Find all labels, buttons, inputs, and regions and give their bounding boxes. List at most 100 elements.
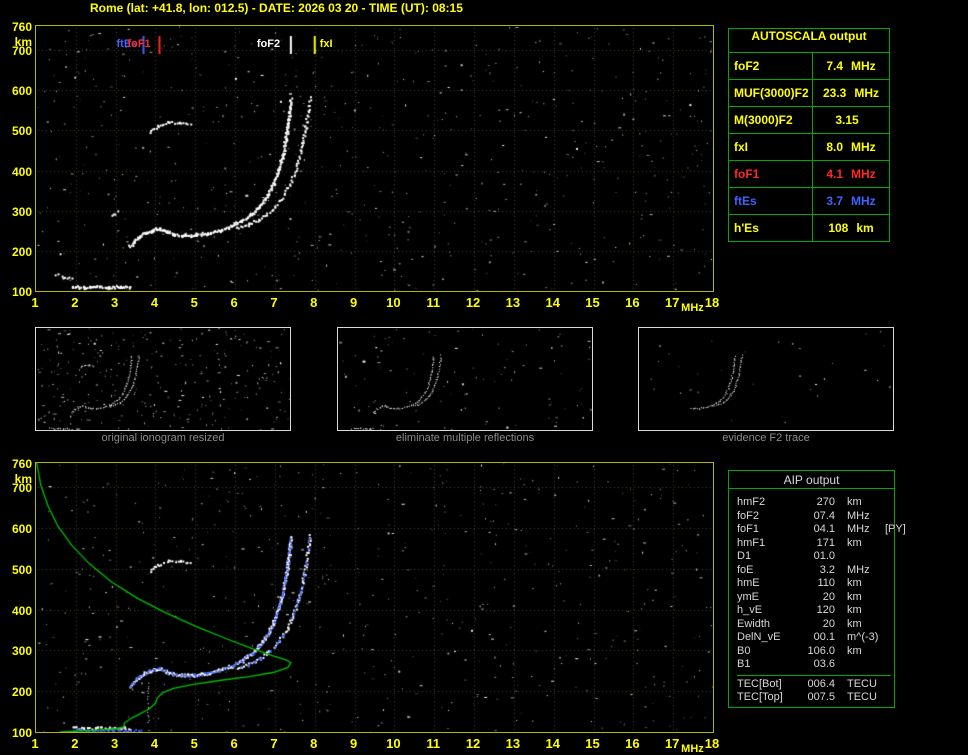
top-plot-x-tick-1: 1: [31, 295, 39, 310]
aip-au: MHz: [847, 509, 870, 522]
bottom-plot-x-tick-2: 2: [71, 736, 79, 751]
aip-row-B1: B1 03.6: [737, 658, 891, 672]
caption-evidence-f2: evidence F2 trace: [722, 432, 810, 444]
autoscala-param-label: M(3000)F2: [729, 107, 813, 133]
aip-ap: DelN_vE: [737, 631, 781, 643]
aip-av: 04.1: [813, 523, 835, 535]
caption-original-ionogram: original ionogram resized: [101, 432, 225, 444]
top-plot-y-tick-300: 300: [11, 204, 32, 219]
thumbnail-canvas-original: [36, 328, 290, 430]
thumbnail-canvas-no-reflections: [338, 328, 592, 430]
aip-table-title: AIP output: [729, 471, 894, 489]
top-plot-y-tick-600: 600: [11, 84, 32, 99]
autoscala-table-title: AUTOSCALA output: [729, 29, 889, 53]
aip-an: [PY]: [885, 523, 906, 535]
aip-ap: hmE: [737, 577, 760, 589]
top-plot-x-tick-16: 16: [625, 295, 640, 310]
autoscala-param-label: MUF(3000)F2: [729, 80, 813, 106]
thumbnail-canvas-f2-trace: [639, 328, 893, 430]
aip-ap: foF2: [737, 509, 760, 522]
bottom-plot-x-tick-4: 4: [150, 736, 159, 751]
top-plot-y-tick-500: 500: [11, 124, 32, 139]
top-plot-y-unit: km: [14, 35, 32, 49]
top-plot-x-tick-14: 14: [545, 295, 560, 310]
aip-ap: B0: [737, 644, 751, 657]
aip-au: km: [847, 577, 862, 589]
aip-row-D1: D1 01.0: [737, 550, 891, 564]
ionogram-plot-bottom: [35, 462, 714, 733]
aip-av: 00.1: [813, 631, 835, 643]
aip-av: 006.4: [807, 677, 835, 690]
bottom-plot-x-unit: MHz: [681, 743, 704, 755]
autoscala-param-label: fxI: [729, 134, 813, 160]
bottom-plot-x-tick-3: 3: [111, 736, 119, 751]
aip-ap: D1: [737, 550, 752, 562]
aip-av: 03.6: [813, 658, 835, 670]
top-plot-x-tick-4: 4: [150, 295, 159, 310]
bottom-plot-y-tick-400: 400: [11, 603, 32, 618]
top-plot-x-tick-9: 9: [349, 295, 358, 310]
aip-ap: foE: [737, 563, 754, 576]
bottom-plot-x-tick-16: 16: [625, 736, 640, 751]
aip-row-TEC[Top]: TEC[Top] 007.5 TECU: [737, 691, 891, 705]
autoscala-row-MUF(3000)F2: MUF(3000)F2 23.3 MHz: [729, 80, 889, 107]
aip-au: km: [847, 604, 862, 616]
aip-row-h_vE: h_vE 120 km: [737, 604, 891, 618]
top-plot-x-unit: MHz: [681, 302, 704, 314]
bottom-plot-x-tick-9: 9: [349, 736, 358, 751]
top-plot-y-tick-400: 400: [11, 164, 32, 179]
aip-ap: TEC[Top]: [737, 690, 783, 703]
top-plot-x-tick-5: 5: [190, 295, 198, 310]
aip-row-B0: B0 106.0 km: [737, 645, 891, 659]
bottom-plot-y-tick-200: 200: [11, 685, 32, 700]
top-plot-x-tick-10: 10: [386, 295, 401, 310]
aip-au: km: [847, 617, 862, 630]
aip-ap: h_vE: [737, 604, 763, 616]
autoscala-row-foF2: foF2 7.4 MHz: [729, 53, 889, 80]
aip-av: 007.5: [807, 690, 835, 703]
aip-au: TECU: [847, 690, 877, 703]
aip-au: MHz: [847, 523, 870, 535]
top-plot-x-tick-8: 8: [310, 295, 318, 310]
bottom-plot-x-tick-7: 7: [270, 736, 278, 751]
bottom-plot-x-tick-15: 15: [585, 736, 600, 751]
bottom-plot-x-tick-10: 10: [386, 736, 401, 751]
bottom-plot-x-tick-5: 5: [190, 736, 198, 751]
aip-row-hmF1: hmF1 171 km: [737, 537, 891, 551]
aip-au: m^(-3): [847, 631, 879, 643]
thumbnail-original-ionogram: [35, 327, 291, 431]
bottom-plot-y-tick-300: 300: [11, 644, 32, 659]
bottom-plot-x-tick-8: 8: [310, 736, 318, 751]
aip-au: km: [847, 496, 862, 508]
bottom-plot-x-tick-11: 11: [426, 736, 441, 751]
autoscala-row-h'Es: h'Es 108 km: [729, 215, 889, 241]
aip-ap: B1: [737, 658, 751, 670]
aip-table-rows: hmF2 270 km foF2 07.4 MHz foF1 04.1 MHz [PY] hmF1 1…: [729, 489, 906, 705]
aip-ap: hmF1: [737, 536, 766, 549]
caption-eliminate-reflections: eliminate multiple reflections: [395, 432, 535, 444]
autoscala-param-value: 3.15: [835, 113, 859, 127]
top-plot-x-tick-7: 7: [270, 295, 278, 310]
top-plot-x-tick-6: 6: [230, 295, 238, 310]
marker-label-foF1: foF1: [127, 38, 151, 50]
autoscala-row-fxI: fxI 8.0 MHz: [729, 134, 889, 161]
aip-ap: hmF2: [737, 496, 766, 508]
thumbnail-f2-trace: [638, 327, 894, 431]
aip-ap: Ewidth: [737, 617, 771, 630]
aip-av: 171: [816, 536, 835, 549]
top-plot-y-tick-200: 200: [11, 244, 32, 259]
bottom-plot-y-tick-600: 600: [11, 522, 32, 537]
aip-row-hmF2: hmF2 270 km: [737, 496, 891, 510]
bottom-plot-x-tick-14: 14: [545, 736, 560, 751]
bottom-plot-x-tick-17: 17: [664, 736, 680, 751]
top-plot-y-tick-760: 760: [11, 20, 32, 34]
autoscala-window: Rome (lat: +41.8, lon: 012.5) - DATE: 20…: [0, 0, 968, 755]
bottom-plot-y-unit: km: [14, 472, 32, 486]
autoscala-table-rows: foF2 7.4 MHz MUF(3000)F2 23.3 MHz M(3000)F2 3.1…: [729, 53, 889, 241]
aip-au: TECU: [847, 677, 877, 690]
top-plot-x-tick-17: 17: [664, 295, 680, 310]
autoscala-param-value: 8.0 MHz: [826, 140, 876, 154]
aip-av: 3.2: [819, 563, 835, 576]
aip-row-foF1: foF1 04.1 MHz [PY]: [737, 523, 906, 537]
ionogram-plot-top: ftEs foF1 foF2 fxI: [35, 25, 714, 292]
